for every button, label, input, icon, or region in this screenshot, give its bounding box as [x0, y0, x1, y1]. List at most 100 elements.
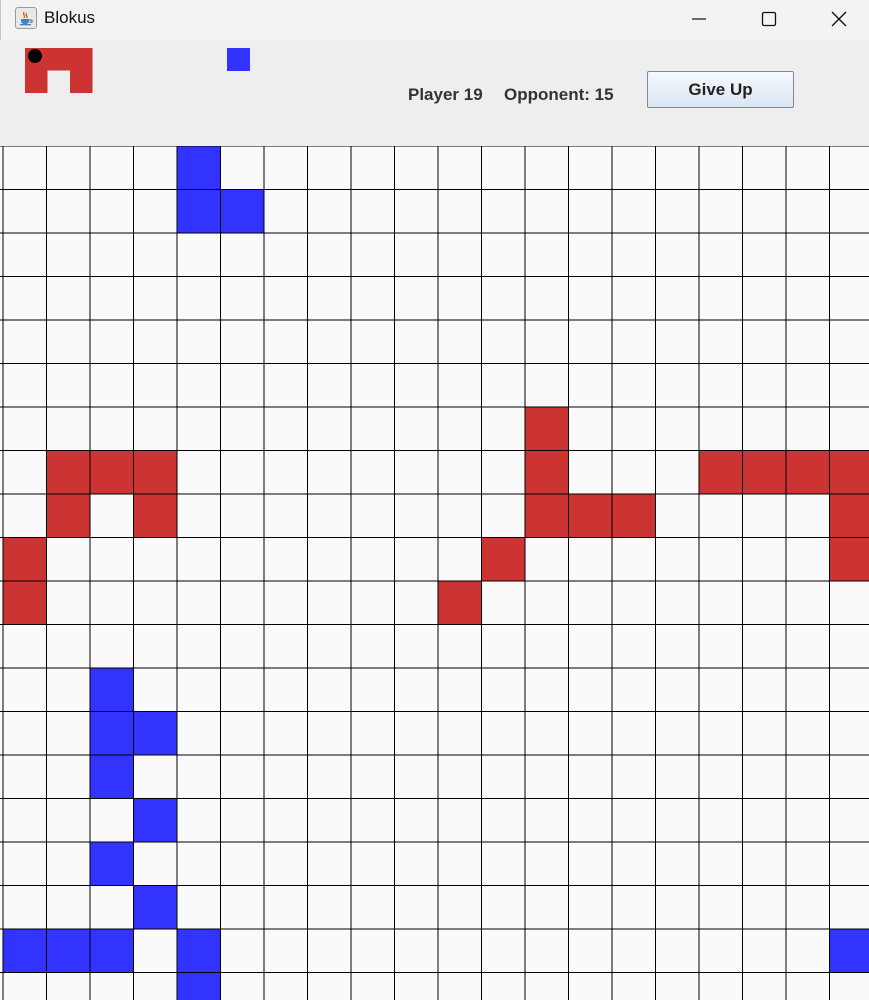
board-cell-empty[interactable] — [655, 842, 700, 886]
board-cell-empty[interactable] — [133, 668, 178, 712]
board-cell-empty[interactable] — [264, 624, 308, 669]
board-cell-red[interactable] — [90, 450, 134, 495]
board-cell-empty[interactable] — [307, 711, 352, 756]
board-cell-blue[interactable] — [133, 711, 178, 756]
board-cell-empty[interactable] — [90, 233, 134, 277]
board-cell-empty[interactable] — [177, 276, 221, 321]
board-cell-empty[interactable] — [786, 798, 830, 843]
board-cell-empty[interactable] — [46, 624, 91, 669]
board-cell-empty[interactable] — [568, 668, 613, 712]
board-cell-empty[interactable] — [655, 363, 700, 408]
board-cell-empty[interactable] — [264, 581, 308, 625]
board-cell-red[interactable] — [829, 537, 869, 582]
board-cell-empty[interactable] — [3, 450, 47, 495]
board-cell-empty[interactable] — [612, 929, 656, 973]
board-cell-empty[interactable] — [438, 537, 482, 582]
board-cell-empty[interactable] — [525, 842, 569, 886]
board-cell-empty[interactable] — [829, 233, 869, 277]
board-cell-empty[interactable] — [829, 842, 869, 886]
board-cell-empty[interactable] — [829, 407, 869, 451]
board-cell-empty[interactable] — [568, 233, 613, 277]
board-cell-empty[interactable] — [394, 494, 439, 538]
board-cell-empty[interactable] — [90, 581, 134, 625]
board-cell-blue[interactable] — [3, 929, 47, 973]
board-cell-empty[interactable] — [568, 581, 613, 625]
board-cell-empty[interactable] — [46, 320, 91, 364]
board-cell-empty[interactable] — [481, 233, 526, 277]
board-cell-empty[interactable] — [220, 972, 265, 1000]
board-cell-blue[interactable] — [90, 711, 134, 756]
board-cell-red[interactable] — [525, 494, 569, 538]
board-cell-red[interactable] — [3, 581, 47, 625]
board-cell-empty[interactable] — [351, 276, 395, 321]
board-cell-empty[interactable] — [307, 929, 352, 973]
board-cell-empty[interactable] — [655, 929, 700, 973]
board-cell-empty[interactable] — [525, 537, 569, 582]
board-cell-empty[interactable] — [438, 842, 482, 886]
board-cell-blue[interactable] — [90, 668, 134, 712]
board-cell-blue[interactable] — [177, 972, 221, 1000]
board-cell-empty[interactable] — [525, 798, 569, 843]
board-cell-blue[interactable] — [177, 189, 221, 234]
board-cell-empty[interactable] — [525, 624, 569, 669]
board-cell-empty[interactable] — [220, 885, 265, 930]
board-cell-empty[interactable] — [438, 972, 482, 1000]
board-cell-empty[interactable] — [177, 233, 221, 277]
board-cell-empty[interactable] — [742, 581, 787, 625]
board-cell-empty[interactable] — [3, 233, 47, 277]
board-cell-empty[interactable] — [786, 624, 830, 669]
board-cell-empty[interactable] — [394, 363, 439, 408]
board-cell-empty[interactable] — [612, 537, 656, 582]
board-cell-empty[interactable] — [699, 494, 743, 538]
board-cell-empty[interactable] — [394, 885, 439, 930]
board-cell-empty[interactable] — [46, 798, 91, 843]
board-cell-empty[interactable] — [438, 624, 482, 669]
game-board[interactable] — [0, 146, 869, 1000]
board-cell-empty[interactable] — [307, 668, 352, 712]
board-cell-empty[interactable] — [351, 755, 395, 799]
board-cell-empty[interactable] — [742, 407, 787, 451]
board-cell-empty[interactable] — [786, 755, 830, 799]
board-cell-empty[interactable] — [786, 668, 830, 712]
board-cell-empty[interactable] — [829, 276, 869, 321]
board-cell-empty[interactable] — [220, 146, 265, 190]
board-cell-empty[interactable] — [612, 624, 656, 669]
board-cell-empty[interactable] — [3, 494, 47, 538]
board-cell-empty[interactable] — [742, 189, 787, 234]
board-cell-empty[interactable] — [351, 624, 395, 669]
board-cell-empty[interactable] — [220, 537, 265, 582]
board-cell-empty[interactable] — [307, 798, 352, 843]
board-cell-empty[interactable] — [829, 711, 869, 756]
board-cell-empty[interactable] — [133, 624, 178, 669]
board-cell-empty[interactable] — [90, 972, 134, 1000]
board-cell-empty[interactable] — [829, 624, 869, 669]
board-cell-empty[interactable] — [525, 363, 569, 408]
board-cell-empty[interactable] — [742, 320, 787, 364]
board-cell-empty[interactable] — [612, 233, 656, 277]
board-cell-empty[interactable] — [351, 320, 395, 364]
board-cell-empty[interactable] — [829, 189, 869, 234]
board-cell-empty[interactable] — [307, 363, 352, 408]
board-cell-empty[interactable] — [3, 711, 47, 756]
board-cell-empty[interactable] — [177, 494, 221, 538]
board-cell-empty[interactable] — [438, 494, 482, 538]
board-cell-empty[interactable] — [525, 668, 569, 712]
board-cell-red[interactable] — [568, 494, 613, 538]
board-cell-empty[interactable] — [438, 363, 482, 408]
board-cell-empty[interactable] — [264, 189, 308, 234]
board-cell-empty[interactable] — [742, 276, 787, 321]
board-cell-empty[interactable] — [612, 668, 656, 712]
board-cell-empty[interactable] — [699, 798, 743, 843]
board-cell-empty[interactable] — [786, 320, 830, 364]
board-cell-empty[interactable] — [655, 276, 700, 321]
board-cell-empty[interactable] — [568, 929, 613, 973]
board-cell-empty[interactable] — [351, 929, 395, 973]
board-cell-red[interactable] — [133, 494, 178, 538]
board-cell-red[interactable] — [3, 537, 47, 582]
board-cell-empty[interactable] — [612, 320, 656, 364]
board-cell-empty[interactable] — [177, 363, 221, 408]
board-cell-empty[interactable] — [699, 624, 743, 669]
board-cell-empty[interactable] — [394, 450, 439, 495]
board-cell-empty[interactable] — [46, 972, 91, 1000]
board-cell-red[interactable] — [699, 450, 743, 495]
